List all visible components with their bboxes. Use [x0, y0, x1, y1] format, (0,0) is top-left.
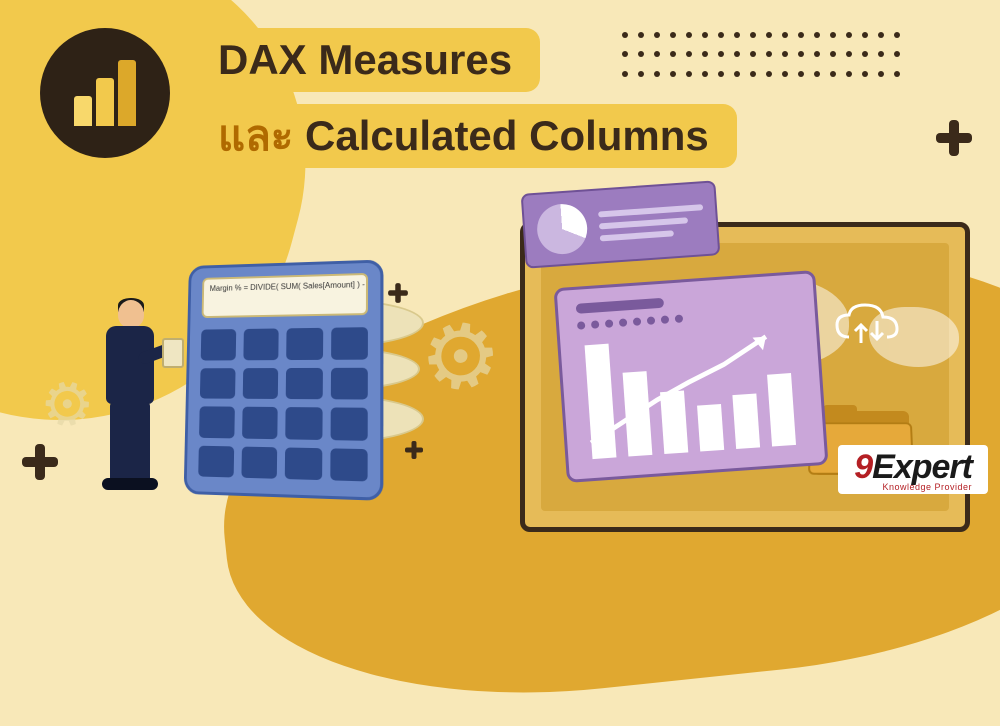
brand-name: Expert [872, 448, 972, 486]
plus-decoration [22, 444, 58, 480]
bar [585, 344, 617, 459]
bar [732, 393, 760, 449]
title-block: DAX Measures และ Calculated Columns [190, 28, 737, 168]
bar-chart-card [554, 270, 829, 483]
calculator-screen: Margin % = DIVIDE( SUM( Sales[Amount] ) … [202, 273, 368, 318]
title-line-1: DAX Measures [190, 28, 540, 92]
pie-card-lines [598, 204, 705, 241]
clipboard-icon [162, 338, 184, 368]
bar [697, 404, 724, 451]
brand-logo: 9Expert Knowledge Provider [838, 445, 988, 494]
bar-card-header [576, 298, 664, 314]
calculator-illustration: Margin % = DIVIDE( SUM( Sales[Amount] ) … [184, 259, 384, 500]
plus-decoration [405, 441, 423, 459]
title-main-2: Calculated Columns [305, 112, 709, 159]
title-line-2: และ Calculated Columns [190, 104, 737, 168]
power-bi-logo [40, 28, 170, 158]
pie-chart-icon [535, 202, 588, 255]
person-illustration [90, 300, 160, 490]
plus-decoration [936, 120, 972, 156]
bar [623, 371, 653, 456]
title-accent: และ [218, 112, 293, 159]
cloud-sync-icon [829, 299, 909, 351]
bar [767, 373, 796, 446]
bar [660, 390, 688, 454]
bar-chart [578, 324, 806, 459]
brand-nine: 9 [854, 448, 872, 486]
pie-chart-card [521, 180, 721, 268]
power-bi-bars-icon [74, 60, 136, 126]
calculator-keypad [198, 327, 368, 481]
plus-decoration [388, 283, 408, 303]
